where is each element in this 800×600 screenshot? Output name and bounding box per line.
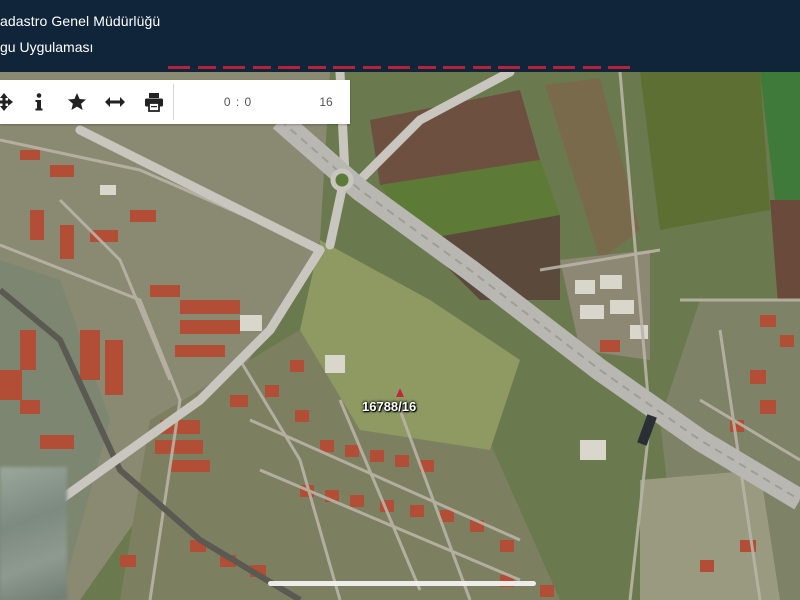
satellite-map[interactable] [0, 72, 800, 600]
blurred-overlay [0, 467, 67, 600]
coordinate-readout: 0 : 0 [223, 95, 253, 109]
parcel-label[interactable]: 16788/16 [362, 399, 416, 414]
info-icon [35, 93, 43, 111]
info-button[interactable] [21, 80, 57, 124]
favorites-button[interactable] [59, 80, 95, 124]
home-indicator[interactable] [268, 581, 536, 586]
navigate-button[interactable] [0, 80, 22, 124]
roundabout [330, 168, 354, 192]
measure-button[interactable] [97, 80, 133, 124]
toolbar-divider [173, 84, 174, 120]
star-icon [68, 93, 86, 110]
app-title: adastro Genel Müdürlüğü [0, 13, 161, 29]
print-button[interactable] [136, 80, 172, 124]
header-accent-line [168, 66, 630, 69]
horizontal-arrows-icon [105, 97, 125, 107]
construction-site [640, 470, 780, 600]
zoom-level: 16 [319, 95, 333, 109]
app-subtitle: gu Uygulaması [0, 39, 94, 55]
navigate-arrows-icon [0, 93, 13, 111]
printer-icon [145, 93, 163, 112]
app-header: adastro Genel Müdürlüğü gu Uygulaması [0, 0, 800, 72]
parcel-marker-icon[interactable] [396, 388, 404, 397]
field-green-2 [640, 72, 770, 230]
map-toolbar: 0 : 0 16 [0, 80, 350, 124]
